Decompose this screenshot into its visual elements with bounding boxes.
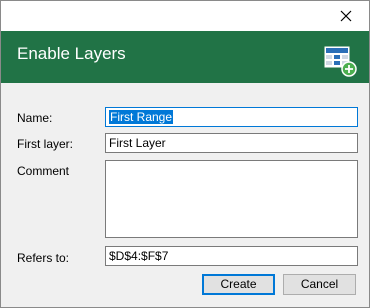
name-field[interactable]: First Range xyxy=(105,107,358,127)
name-value: First Range xyxy=(109,110,174,124)
title-bar xyxy=(1,1,369,31)
create-button[interactable]: Create xyxy=(202,274,275,295)
first-layer-label: First layer: xyxy=(17,137,74,151)
enable-layers-dialog: Enable Layers Name: First Range First la… xyxy=(0,0,370,308)
comment-field[interactable] xyxy=(105,160,358,238)
refers-to-label: Refers to: xyxy=(17,251,70,265)
first-layer-field[interactable]: First Layer xyxy=(105,133,358,153)
refers-to-value: $D$4:$F$7 xyxy=(109,249,169,263)
name-label: Name: xyxy=(17,111,53,125)
header-banner: Enable Layers xyxy=(1,31,369,83)
close-icon xyxy=(340,10,352,22)
dialog-title: Enable Layers xyxy=(17,44,126,63)
layers-add-icon xyxy=(324,46,357,77)
comment-label: Comment xyxy=(17,164,70,178)
refers-to-field[interactable]: $D$4:$F$7 xyxy=(105,246,358,266)
cancel-button[interactable]: Cancel xyxy=(283,274,356,295)
first-layer-value: First Layer xyxy=(109,136,166,150)
close-button[interactable] xyxy=(323,1,369,31)
